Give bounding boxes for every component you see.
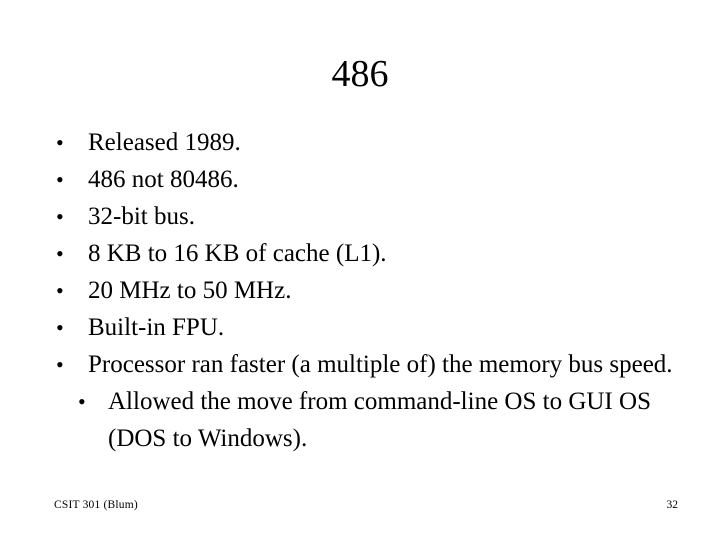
bullet-marker: •	[56, 130, 64, 155]
list-item-text: 486 not 80486.	[88, 166, 239, 193]
list-item: • 32-bit bus.	[40, 198, 688, 235]
bullet-marker: •	[56, 315, 64, 340]
list-item: • Built-in FPU.	[40, 309, 688, 346]
bullet-list: • Released 1989. • 486 not 80486. • 32-b…	[40, 124, 688, 457]
list-item-text: Built-in FPU.	[88, 314, 225, 341]
list-item: • Processor ran faster (a multiple of) t…	[40, 346, 688, 383]
slide-number: 32	[666, 499, 679, 511]
slide: 486 • Released 1989. • 486 not 80486. • …	[0, 0, 720, 540]
list-item-text: Released 1989.	[88, 129, 241, 156]
bullet-marker: •	[78, 389, 86, 414]
bullet-marker: •	[56, 167, 64, 192]
list-item-text: 20 MHz to 50 MHz.	[88, 277, 292, 304]
list-item-text: 8 KB to 16 KB of cache (L1).	[88, 240, 387, 267]
list-item: • 8 KB to 16 KB of cache (L1).	[40, 235, 688, 272]
list-item: • Released 1989.	[40, 124, 688, 161]
bullet-marker: •	[56, 352, 64, 377]
list-item-text: Processor ran faster (a multiple of) the…	[88, 351, 673, 378]
bullet-marker: •	[56, 204, 64, 229]
list-item: • 486 not 80486.	[40, 161, 688, 198]
list-item: • Allowed the move from command-line OS …	[40, 383, 688, 457]
page-title: 486	[331, 53, 389, 95]
bullet-marker: •	[56, 241, 64, 266]
list-item-text: 32-bit bus.	[88, 203, 195, 230]
list-item-text: Allowed the move from command-line OS to…	[108, 388, 651, 452]
footer-course-label: CSIT 301 (Blum)	[54, 499, 138, 511]
bullet-marker: •	[56, 278, 64, 303]
list-item: • 20 MHz to 50 MHz.	[40, 272, 688, 309]
